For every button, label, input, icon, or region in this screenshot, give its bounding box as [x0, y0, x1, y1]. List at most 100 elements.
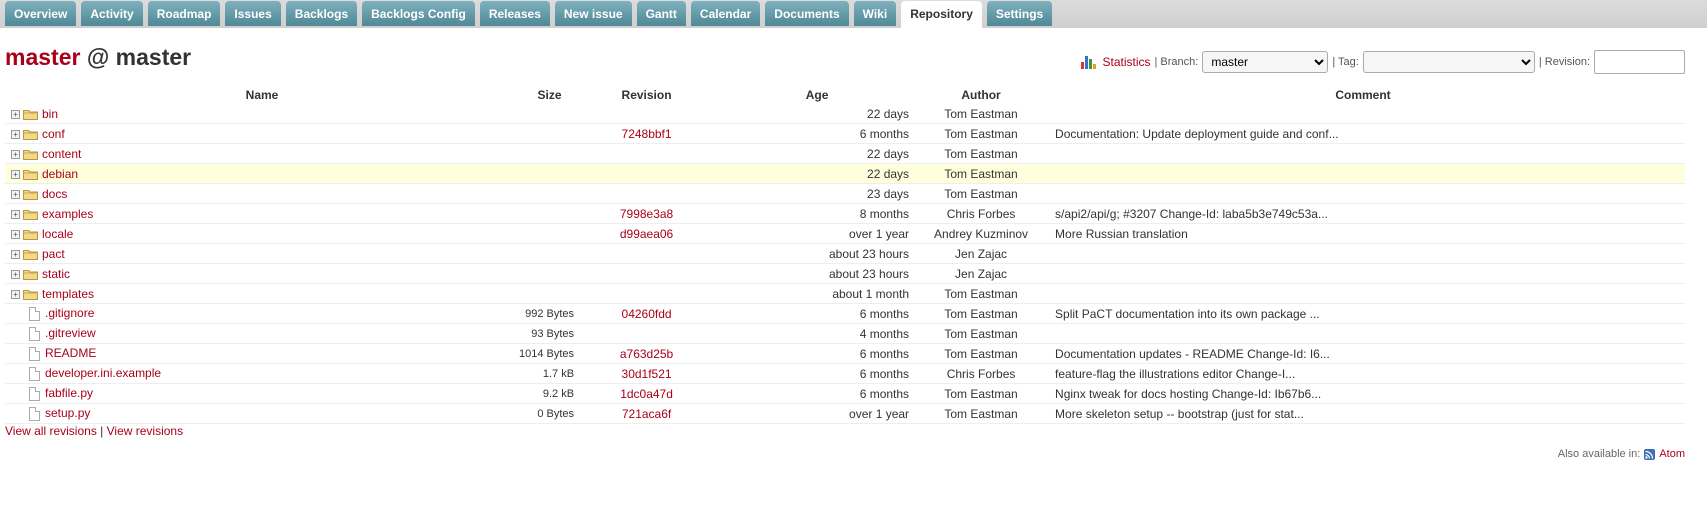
header-size[interactable]: Size — [519, 86, 580, 104]
entry-link[interactable]: pact — [42, 247, 65, 261]
revision-input[interactable] — [1594, 50, 1685, 74]
revision-link[interactable]: a763d25b — [620, 347, 673, 361]
expand-icon[interactable]: + — [11, 189, 20, 199]
expand-icon[interactable]: + — [11, 269, 20, 279]
expand-icon[interactable]: + — [11, 129, 20, 139]
expand-icon[interactable]: + — [11, 109, 20, 119]
cell-age: 6 months — [713, 303, 922, 324]
tab-backlogs-config[interactable]: Backlogs Config — [362, 1, 475, 26]
revision-link[interactable]: 721aca6f — [622, 407, 671, 421]
main-tabs: Overview Activity Roadmap Issues Backlogs Bac… — [5, 1, 1053, 28]
cell-comment: Documentation updates - README Change-Id… — [1041, 343, 1685, 364]
cell-size — [519, 263, 581, 284]
cell-name: README — [5, 343, 519, 364]
table-row: .gitignore 992 Bytes 04260fdd 6 months Tom E… — [5, 303, 1685, 324]
view-revisions-link[interactable]: View revisions — [107, 424, 183, 438]
entry-link[interactable]: bin — [42, 107, 58, 121]
entry-link[interactable]: developer.ini.example — [45, 366, 161, 380]
tab-activity[interactable]: Activity — [81, 1, 143, 26]
tag-select[interactable] — [1362, 51, 1535, 73]
tab-new-issue[interactable]: New issue — [554, 1, 632, 26]
revision-link[interactable]: 7998e3a8 — [620, 207, 673, 221]
cell-revision: 721aca6f — [580, 403, 714, 424]
entry-link[interactable]: fabfile.py — [45, 386, 93, 400]
table-row: developer.ini.example 1.7 kB 30d1f521 6 mon… — [5, 363, 1685, 384]
expand-icon[interactable]: + — [11, 149, 20, 159]
tab-wiki[interactable]: Wiki — [853, 1, 897, 26]
header-author[interactable]: Author — [921, 86, 1041, 104]
title-path: master — [115, 44, 192, 70]
feed-icon — [1644, 448, 1656, 460]
entry-link[interactable]: .gitreview — [45, 326, 96, 340]
cell-author: Tom Eastman — [921, 143, 1042, 164]
tab-repository[interactable]: Repository — [901, 1, 982, 28]
table-row: + locale d99aea06 over 1 year Andrey Kuzmino… — [5, 223, 1685, 244]
folder-icon — [23, 189, 38, 200]
entry-link[interactable]: README — [45, 346, 96, 360]
cell-name: + pact — [5, 243, 519, 264]
entry-link[interactable]: templates — [42, 287, 94, 301]
tab-issues[interactable]: Issues — [225, 1, 281, 26]
revision-link[interactable]: 04260fdd — [622, 307, 672, 321]
expand-icon[interactable]: + — [11, 249, 20, 259]
entry-link[interactable]: static — [42, 267, 70, 281]
revision-link[interactable]: 7248bbf1 — [622, 127, 672, 141]
table-row: fabfile.py 9.2 kB 1dc0a47d 6 months Tom East… — [5, 383, 1685, 404]
branch-select[interactable]: master — [1202, 51, 1329, 73]
expand-icon[interactable]: + — [11, 229, 20, 239]
cell-revision — [580, 283, 714, 304]
entry-link[interactable]: conf — [42, 127, 65, 141]
expand-icon[interactable]: + — [11, 169, 20, 179]
expand-icon[interactable]: + — [11, 289, 20, 299]
cell-revision: a763d25b — [580, 343, 714, 364]
tab-calendar[interactable]: Calendar — [690, 1, 761, 26]
tab-roadmap[interactable]: Roadmap — [147, 1, 221, 26]
tab-releases[interactable]: Releases — [479, 1, 550, 26]
tab-gantt[interactable]: Gantt — [636, 1, 686, 26]
tab-backlogs[interactable]: Backlogs — [285, 1, 358, 26]
cell-age: 8 months — [713, 203, 922, 224]
tag-label: | Tag: — [1332, 56, 1359, 68]
view-all-revisions-link[interactable]: View all revisions — [5, 424, 97, 438]
tab-overview[interactable]: Overview — [5, 1, 77, 26]
header-age[interactable]: Age — [713, 86, 921, 104]
cell-comment: Documentation: Update deployment guide a… — [1041, 123, 1685, 144]
revision-link[interactable]: 30d1f521 — [622, 367, 672, 381]
cell-age: 6 months — [713, 343, 922, 364]
cell-comment: More Russian translation — [1041, 223, 1685, 244]
expand-icon[interactable]: + — [11, 209, 20, 219]
entry-link[interactable]: content — [42, 147, 81, 161]
cell-age: about 1 month — [713, 283, 922, 304]
tab-documents[interactable]: Documents — [765, 1, 849, 26]
atom-link[interactable]: Atom — [1659, 448, 1685, 460]
cell-revision — [580, 104, 714, 124]
header-comment[interactable]: Comment — [1041, 86, 1685, 104]
cell-age: 6 months — [713, 123, 922, 144]
cell-revision — [580, 263, 714, 284]
cell-author: Tom Eastman — [921, 343, 1042, 364]
entry-link[interactable]: debian — [42, 167, 78, 181]
cell-comment: Nginx tweak for docs hosting Change-Id: … — [1041, 383, 1685, 404]
revision-link[interactable]: 1dc0a47d — [620, 387, 673, 401]
cell-size: 992 Bytes — [519, 303, 581, 324]
cell-age: 22 days — [713, 163, 922, 184]
table-row: + bin 22 days Tom Eastman — [5, 104, 1685, 124]
cell-size: 1014 Bytes — [519, 343, 581, 364]
entry-link[interactable]: examples — [42, 207, 93, 221]
statistics-icon — [1081, 55, 1097, 69]
footer-separator: | — [96, 424, 107, 438]
header-revision[interactable]: Revision — [580, 86, 713, 104]
header-name[interactable]: Name — [5, 86, 519, 104]
cell-comment — [1041, 104, 1685, 124]
statistics-link[interactable]: Statistics — [1102, 55, 1150, 69]
cell-name: + content — [5, 143, 519, 164]
tab-settings[interactable]: Settings — [986, 1, 1053, 26]
entry-link[interactable]: locale — [42, 227, 73, 241]
revision-link[interactable]: d99aea06 — [620, 227, 673, 241]
entry-link[interactable]: setup.py — [45, 406, 90, 420]
cell-name: + docs — [5, 183, 519, 204]
cell-size — [519, 283, 581, 304]
entry-link[interactable]: .gitignore — [45, 306, 94, 320]
entry-link[interactable]: docs — [42, 187, 67, 201]
table-row: + templates about 1 month Tom Eastman — [5, 283, 1685, 304]
